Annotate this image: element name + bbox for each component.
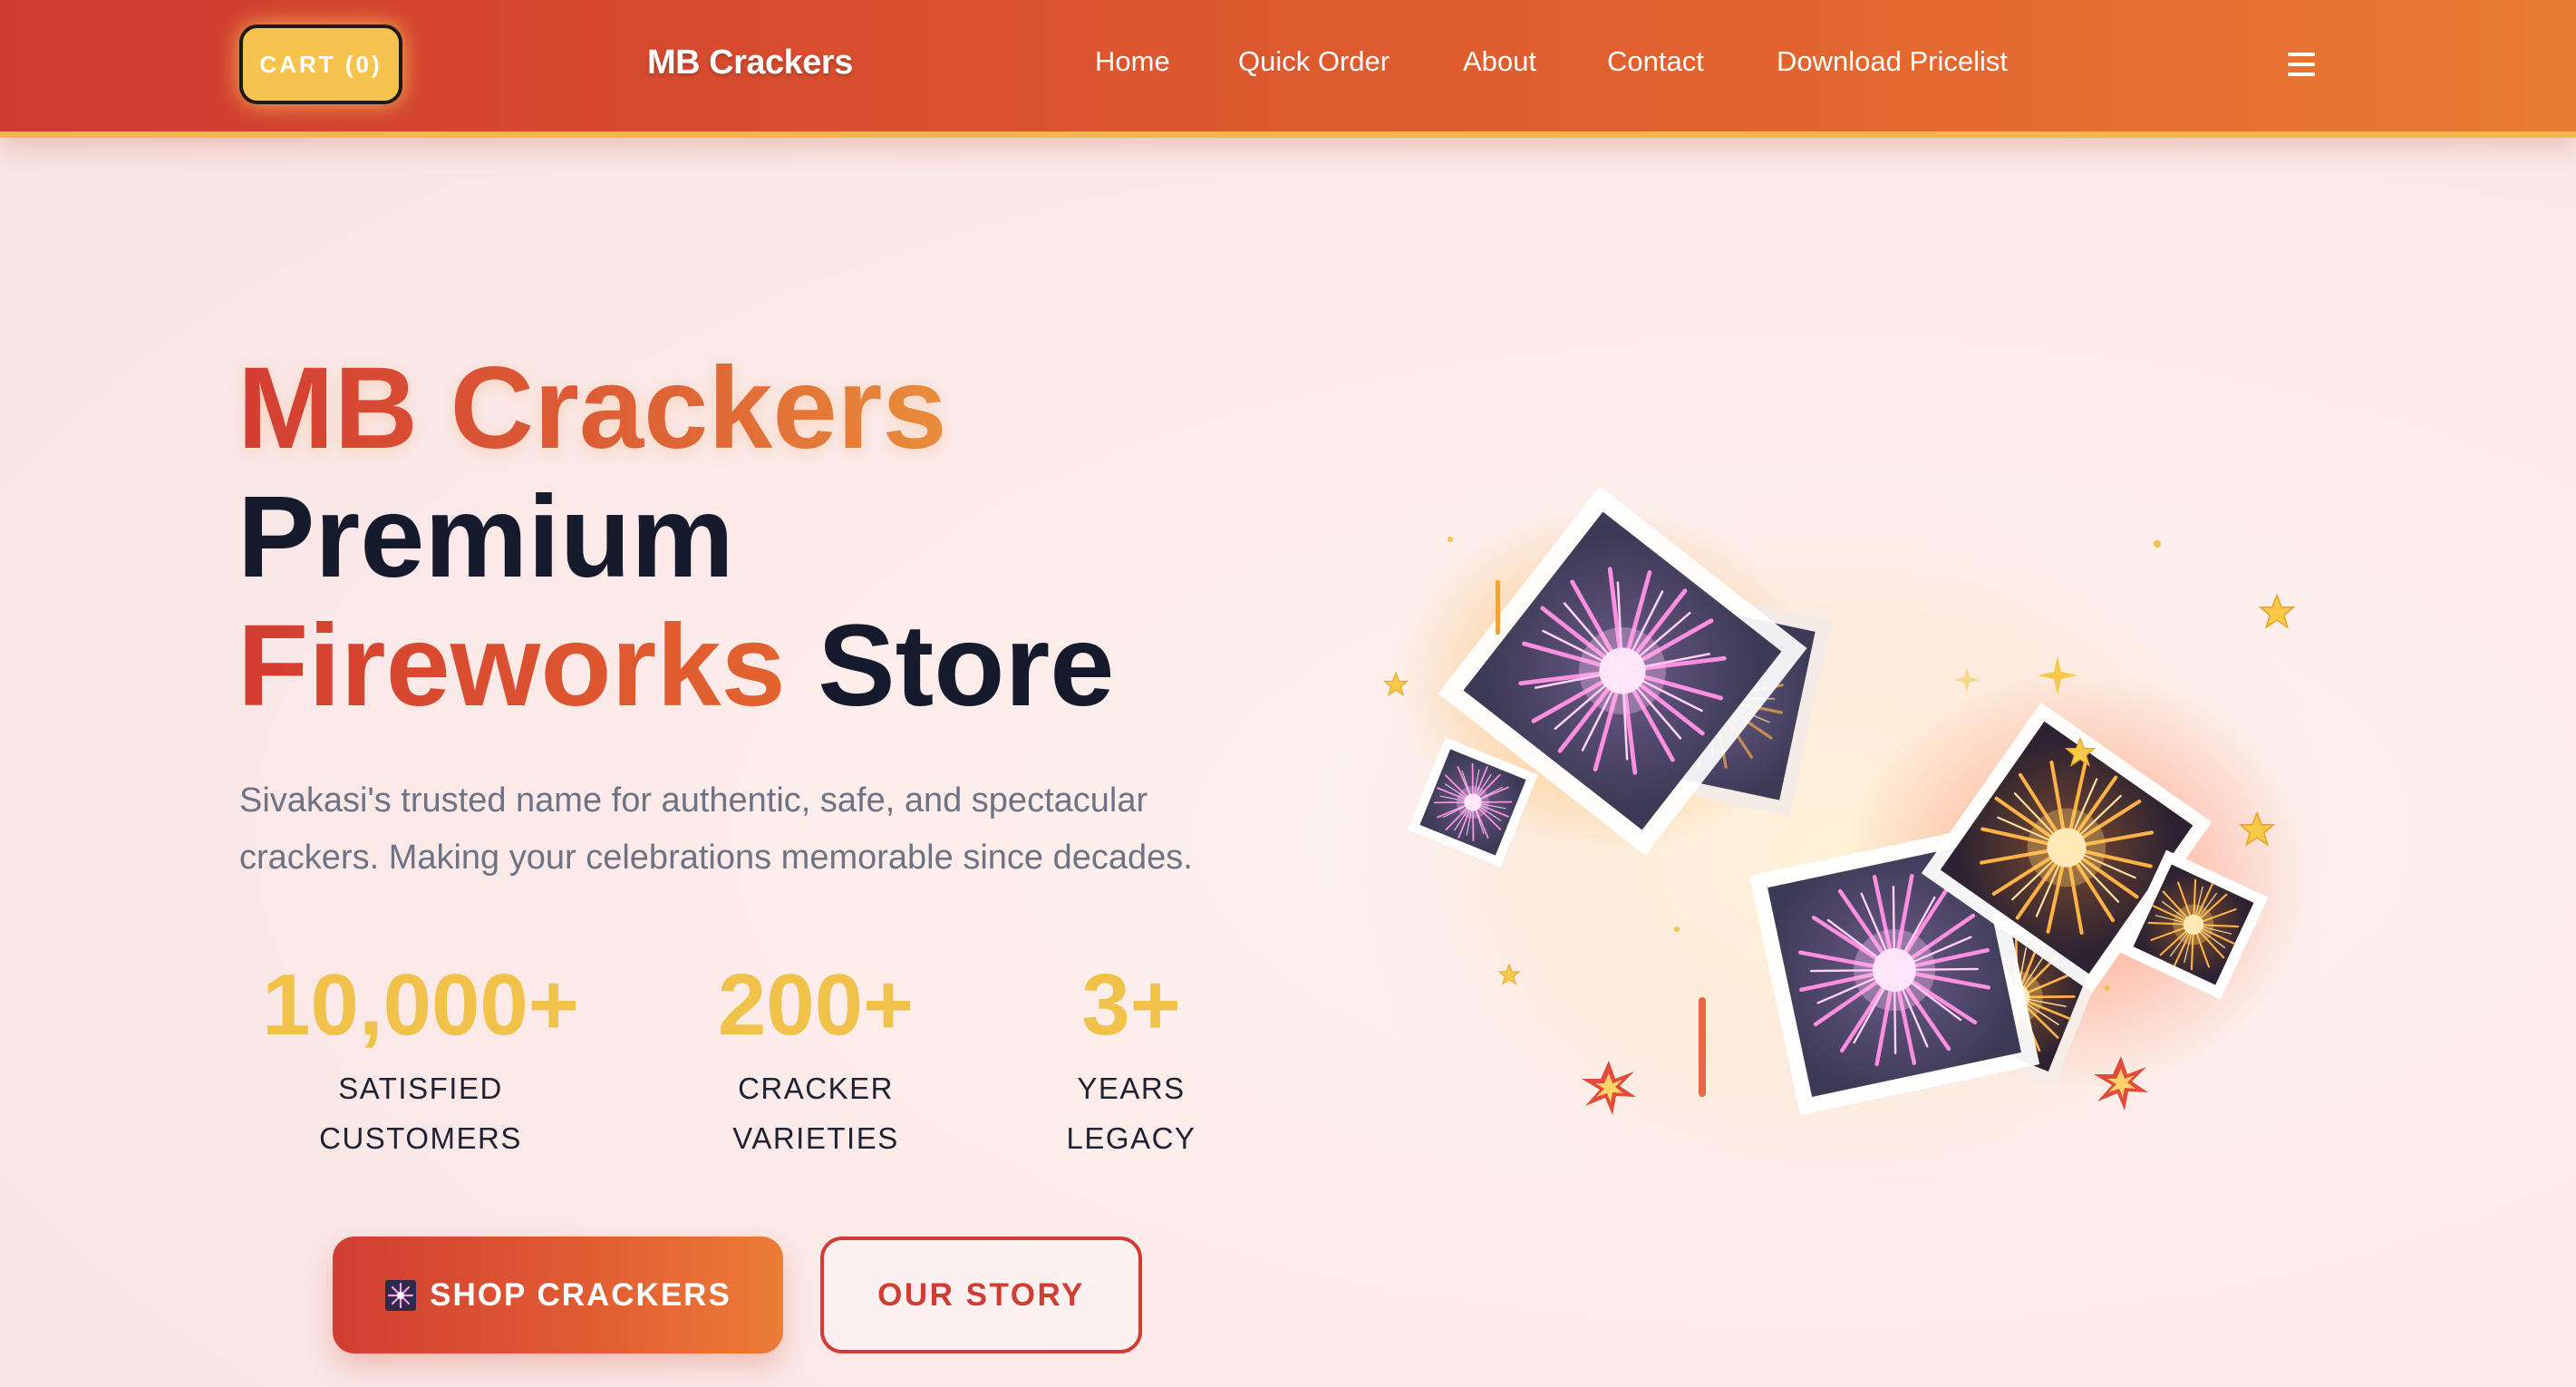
stat-customers: 10,000+ SATISFIED CUSTOMERS	[237, 956, 604, 1163]
brand-logo[interactable]: MB Crackers	[647, 44, 853, 82]
stat-label: YEARS LEGACY	[1066, 1072, 1196, 1155]
stat-value: 200+	[717, 956, 915, 1053]
stat-label: SATISFIED CUSTOMERS	[319, 1072, 522, 1155]
hero-title-store: Store	[785, 601, 1115, 731]
stat-legacy: 3+ YEARS LEGACY	[1041, 956, 1222, 1163]
shop-crackers-label: SHOP CRACKERS	[430, 1276, 731, 1313]
nav-link-contact[interactable]: Contact	[1607, 45, 1704, 78]
hamburger-menu-icon[interactable]	[2288, 53, 2315, 76]
hero-title: MB Crackers Premium Fireworks Store	[237, 344, 1114, 731]
hero-description: Sivakasi's trusted name for authentic, s…	[239, 781, 1193, 877]
stat-value: 3+	[1081, 956, 1181, 1053]
stat-value: 10,000+	[262, 956, 579, 1053]
nav-link-quick-order[interactable]: Quick Order	[1238, 45, 1390, 78]
sparkler-icon	[385, 1279, 417, 1311]
shop-crackers-button[interactable]: SHOP CRACKERS	[333, 1237, 783, 1353]
nav-link-home[interactable]: Home	[1095, 45, 1170, 78]
stat-label: CRACKER VARIETIES	[732, 1072, 899, 1155]
hero-title-fireworks: Fireworks	[237, 601, 786, 731]
our-story-button[interactable]: OUR STORY	[820, 1237, 1142, 1353]
navbar: CART (0) MB Crackers Home Quick Order Ab…	[0, 0, 2576, 138]
hero-title-brand: MB Crackers	[237, 344, 1114, 473]
cart-button[interactable]: CART (0)	[239, 24, 402, 104]
stat-varieties: 200+ CRACKER VARIETIES	[689, 956, 943, 1163]
nav-link-download-pricelist[interactable]: Download Pricelist	[1777, 45, 2008, 78]
fireworks-illustration	[1332, 471, 2329, 1197]
hero-title-premium: Premium	[237, 472, 734, 602]
hero-title-line3: Fireworks Store	[237, 602, 1114, 731]
nav-link-about[interactable]: About	[1463, 45, 1536, 78]
